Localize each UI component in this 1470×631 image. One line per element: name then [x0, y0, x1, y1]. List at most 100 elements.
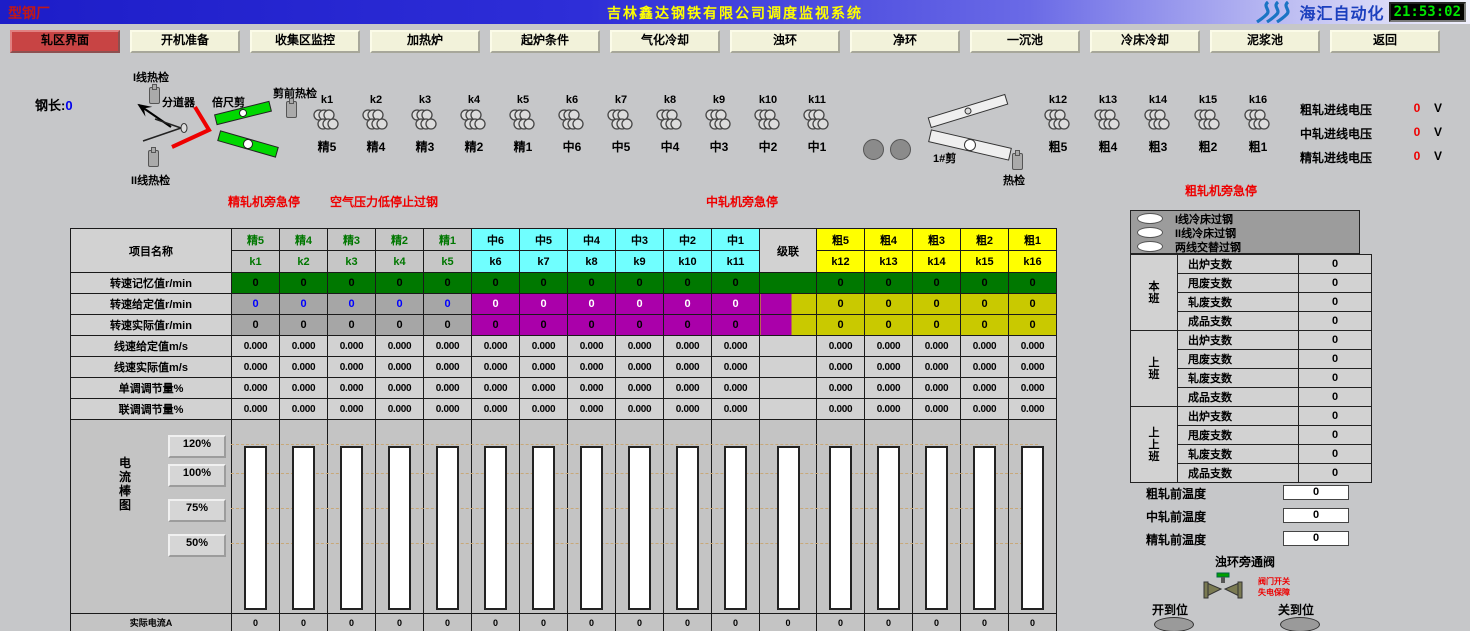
value-cell: 0.000 [664, 399, 712, 420]
nav-button-4[interactable]: 加热炉 [370, 30, 480, 53]
nav-button-12[interactable]: 返回 [1330, 30, 1440, 53]
value-cell: 0.000 [961, 336, 1009, 357]
col-header-k2: k2 [280, 251, 328, 273]
value-cell: 0 [376, 294, 424, 315]
shift-stat-label: 甩废支数 [1178, 426, 1299, 445]
value-cell: 0.000 [280, 378, 328, 399]
stand-roller-icon [1043, 108, 1073, 137]
value-cell: 0 [712, 294, 760, 315]
scale-button-100[interactable]: 100% [168, 464, 226, 487]
value-cell: 0 [232, 315, 280, 336]
voltage-unit: V [1434, 101, 1454, 118]
shift-stat-row: 本班出炉支数0 [1131, 255, 1372, 274]
stand-name-label: 粗5 [1049, 138, 1068, 152]
scale-button-50[interactable]: 50% [168, 534, 226, 557]
voltage-label: 粗轧进线电压 [1300, 101, 1400, 118]
stand-k-label: k9 [713, 94, 725, 108]
col-header-粗1: 粗1 [1009, 229, 1057, 251]
actual-current-value: 0 [712, 614, 760, 631]
shift-stat-value: 0 [1299, 388, 1372, 407]
temperature-label: 粗轧前温度 [1146, 485, 1206, 502]
cascade-header: 级联 [760, 229, 817, 273]
col-header-粗2: 粗2 [961, 229, 1009, 251]
stand-k2: k2精4 [353, 94, 399, 152]
row-label: 联调调节量% [71, 399, 232, 420]
current-bar [532, 446, 555, 610]
value-cell: 0.000 [328, 357, 376, 378]
bar-cell [568, 420, 616, 614]
value-cell: 0 [712, 315, 760, 336]
nav-button-8[interactable]: 净环 [850, 30, 960, 53]
shift-stat-label: 成品支数 [1178, 388, 1299, 407]
nav-button-3[interactable]: 收集区监控 [250, 30, 360, 53]
stand-k16: k16粗1 [1235, 94, 1281, 152]
nav-button-1[interactable]: 轧区界面 [10, 30, 120, 53]
waves-logo [1254, 1, 1296, 23]
rough-stands-row: k12粗5k13粗4k14粗3k15粗2k16粗1 [1035, 94, 1281, 152]
value-cell: 0 [232, 294, 280, 315]
current-bar [436, 446, 459, 610]
shift-stat-label: 轧废支数 [1178, 445, 1299, 464]
valve-open-indicator [1154, 617, 1194, 631]
row-label: 线速实际值m/s [71, 357, 232, 378]
data-row-1: 转速记忆值r/min0000000000000000 [71, 273, 1057, 294]
nav-button-6[interactable]: 气化冷却 [610, 30, 720, 53]
temperature-label: 中轧前温度 [1146, 508, 1206, 525]
value-cell: 0 [913, 273, 961, 294]
current-bar [724, 446, 747, 610]
stand-k10: k10中2 [745, 94, 791, 152]
value-cell: 0 [472, 294, 520, 315]
value-cell: 0 [616, 273, 664, 294]
current-bar [829, 446, 852, 610]
value-cell: 0.000 [472, 378, 520, 399]
stand-k9: k9中3 [696, 94, 742, 152]
col-header-k9: k9 [616, 251, 664, 273]
current-bar [484, 446, 507, 610]
stand-k-label: k5 [517, 94, 529, 108]
valve-open-label: 开到位 [1152, 601, 1188, 618]
scale-button-75[interactable]: 75% [168, 499, 226, 522]
value-cell: 0.000 [328, 378, 376, 399]
bar-cell [328, 420, 376, 614]
stand-name-label: 中2 [759, 138, 778, 152]
value-cell: 0 [712, 273, 760, 294]
nav-button-5[interactable]: 起炉条件 [490, 30, 600, 53]
actual-current-value: 0 [520, 614, 568, 631]
actual-current-value: 0 [865, 614, 913, 631]
value-cell: 0.000 [616, 336, 664, 357]
stand-roller-icon [361, 108, 391, 137]
actual-current-value: 0 [232, 614, 280, 631]
value-cell: 0 [1009, 273, 1057, 294]
temperature-value-box[interactable]: 0 [1283, 485, 1349, 500]
actual-current-value: 0 [328, 614, 376, 631]
stand-k3: k3精3 [402, 94, 448, 152]
nav-button-2[interactable]: 开机准备 [130, 30, 240, 53]
value-cell: 0.000 [616, 378, 664, 399]
temperature-value-box[interactable]: 0 [1283, 508, 1349, 523]
actual-current-value: 0 [616, 614, 664, 631]
value-cell: 0.000 [865, 399, 913, 420]
process-table: 项目名称精5精4精3精2精1中6中5中4中3中2中1级联粗5粗4粗3粗2粗1k1… [70, 228, 1057, 631]
col-header-k4: k4 [376, 251, 424, 273]
alarm-mid-estop: 中轧机旁急停 [706, 193, 778, 210]
shift-group-label: 上上班 [1131, 407, 1178, 483]
value-cell: 0 [865, 294, 913, 315]
col-header-k7: k7 [520, 251, 568, 273]
stand-name-label: 粗4 [1099, 138, 1118, 152]
voltage-label: 精轧进线电压 [1300, 149, 1400, 166]
nav-button-11[interactable]: 泥浆池 [1210, 30, 1320, 53]
title-bar: 型钢厂 吉林鑫达钢铁有限公司调度监视系统 海汇自动化 21:53:02 [0, 0, 1470, 24]
value-cell: 0.000 [1009, 378, 1057, 399]
value-cell: 0.000 [280, 357, 328, 378]
current-bargraph-label: 电流棒图 [119, 456, 131, 512]
temperature-value-box[interactable]: 0 [1283, 531, 1349, 546]
value-cell: 0 [472, 315, 520, 336]
scale-button-120[interactable]: 120% [168, 435, 226, 458]
col-header-粗4: 粗4 [865, 229, 913, 251]
value-cell: 0.000 [520, 336, 568, 357]
nav-button-9[interactable]: 一沉池 [970, 30, 1080, 53]
nav-button-10[interactable]: 冷床冷却 [1090, 30, 1200, 53]
actual-current-value: 0 [760, 614, 817, 631]
nav-button-7[interactable]: 浊环 [730, 30, 840, 53]
stand-roller-icon [1093, 108, 1123, 137]
